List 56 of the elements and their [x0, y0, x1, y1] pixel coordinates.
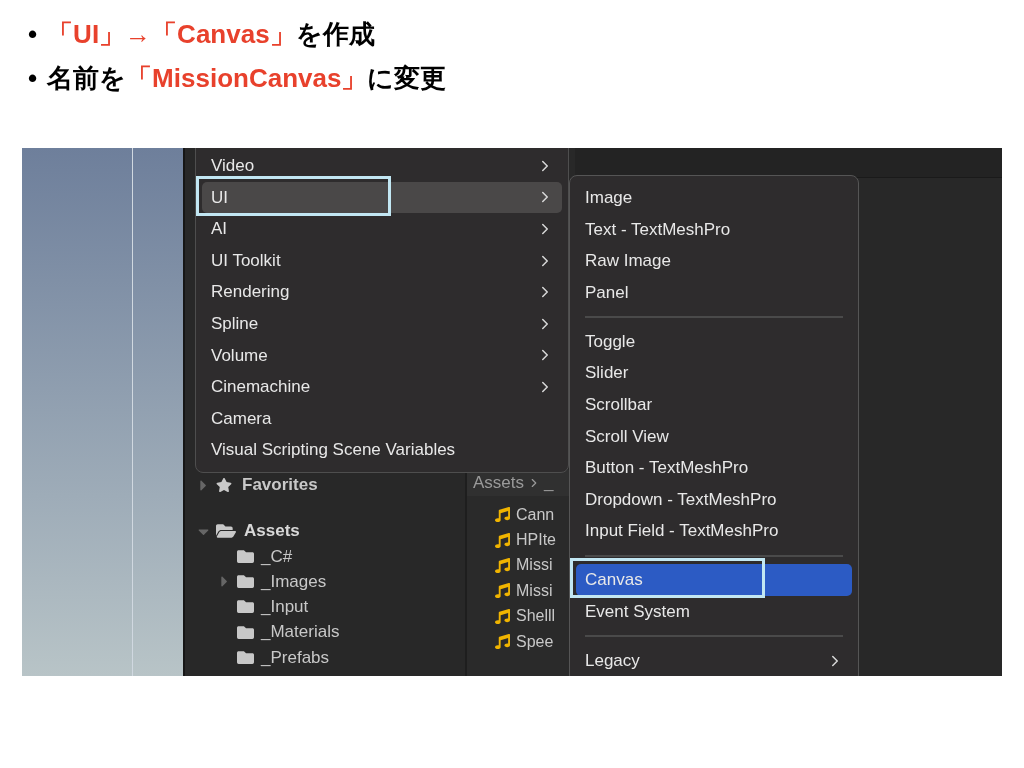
folder-icon	[236, 573, 255, 591]
menu-item[interactable]: Toggle	[576, 325, 852, 358]
menu-item[interactable]: Input Field - TextMeshPro	[576, 515, 852, 547]
tree-label[interactable]: Favorites	[242, 472, 318, 498]
menu-item[interactable]: UI Toolkit	[202, 244, 562, 277]
menu-item[interactable]: Event System	[576, 595, 852, 628]
menu-item[interactable]: Rendering	[202, 276, 562, 308]
menu-item[interactable]: Volume	[202, 339, 562, 372]
folder-icon	[236, 648, 255, 666]
music-note-icon	[495, 557, 510, 573]
file-name[interactable]: HPIte	[516, 528, 556, 553]
tree-label[interactable]: _C#	[261, 543, 293, 570]
menu-item[interactable]: Scrollbar	[576, 388, 852, 421]
menu-item[interactable]: Image	[576, 182, 852, 214]
music-note-icon	[495, 634, 510, 650]
menu-item[interactable]: Raw Image	[576, 245, 852, 277]
menu-item[interactable]: Camera	[202, 402, 562, 435]
menu-item[interactable]: Button - TextMeshPro	[576, 452, 852, 484]
tree-label[interactable]: _Images	[261, 569, 327, 595]
menu-item[interactable]: UI	[202, 181, 562, 214]
file-name[interactable]: Missi	[516, 553, 553, 578]
instruction-text: 「UI」→「Canvas」を作成	[47, 17, 375, 51]
menu-item[interactable]: Slider	[576, 357, 852, 389]
tree-label[interactable]: _Input	[261, 594, 309, 620]
menu-item[interactable]: Cinemachine	[202, 371, 562, 403]
folder-icon	[236, 598, 255, 616]
music-note-icon	[495, 583, 510, 599]
music-note-icon	[495, 608, 510, 624]
instruction-text: 名前を「MissionCanvas」に変更	[47, 61, 447, 95]
file-name[interactable]: Missi	[516, 578, 553, 603]
folder-icon	[216, 522, 236, 540]
tree-label[interactable]: Assets	[244, 518, 300, 544]
folder-icon	[236, 623, 255, 641]
file-name[interactable]: Cann	[516, 502, 555, 527]
menu-item[interactable]: Spline	[202, 307, 562, 340]
breadcrumb-item[interactable]: _	[544, 470, 554, 496]
menu-item[interactable]: Legacy	[576, 644, 852, 676]
music-note-icon	[495, 532, 510, 548]
breadcrumb-item[interactable]: Assets	[473, 470, 525, 496]
bullet-marker: •	[28, 17, 38, 51]
folder-icon	[236, 548, 255, 566]
menu-item[interactable]: Panel	[576, 276, 852, 309]
menu-item[interactable]: AI	[202, 213, 562, 245]
menu-item[interactable]: Scroll View	[576, 420, 852, 453]
menu-item[interactable]: Video	[202, 150, 562, 182]
star-icon	[216, 477, 232, 493]
menu-item[interactable]: Text - TextMeshPro	[576, 213, 852, 246]
file-name[interactable]: Spee	[516, 629, 554, 654]
menu-item[interactable]: Dropdown - TextMeshPro	[576, 483, 852, 516]
tree-label[interactable]: _Prefabs	[261, 644, 330, 671]
menu-item[interactable]: Visual Scripting Scene Variables	[202, 434, 562, 466]
menu-item[interactable]: Canvas	[576, 564, 852, 596]
file-name[interactable]: Shelll	[516, 604, 556, 629]
bullet-marker: •	[28, 61, 38, 95]
tree-label[interactable]: _Materials	[261, 619, 340, 645]
music-note-icon	[495, 507, 510, 523]
